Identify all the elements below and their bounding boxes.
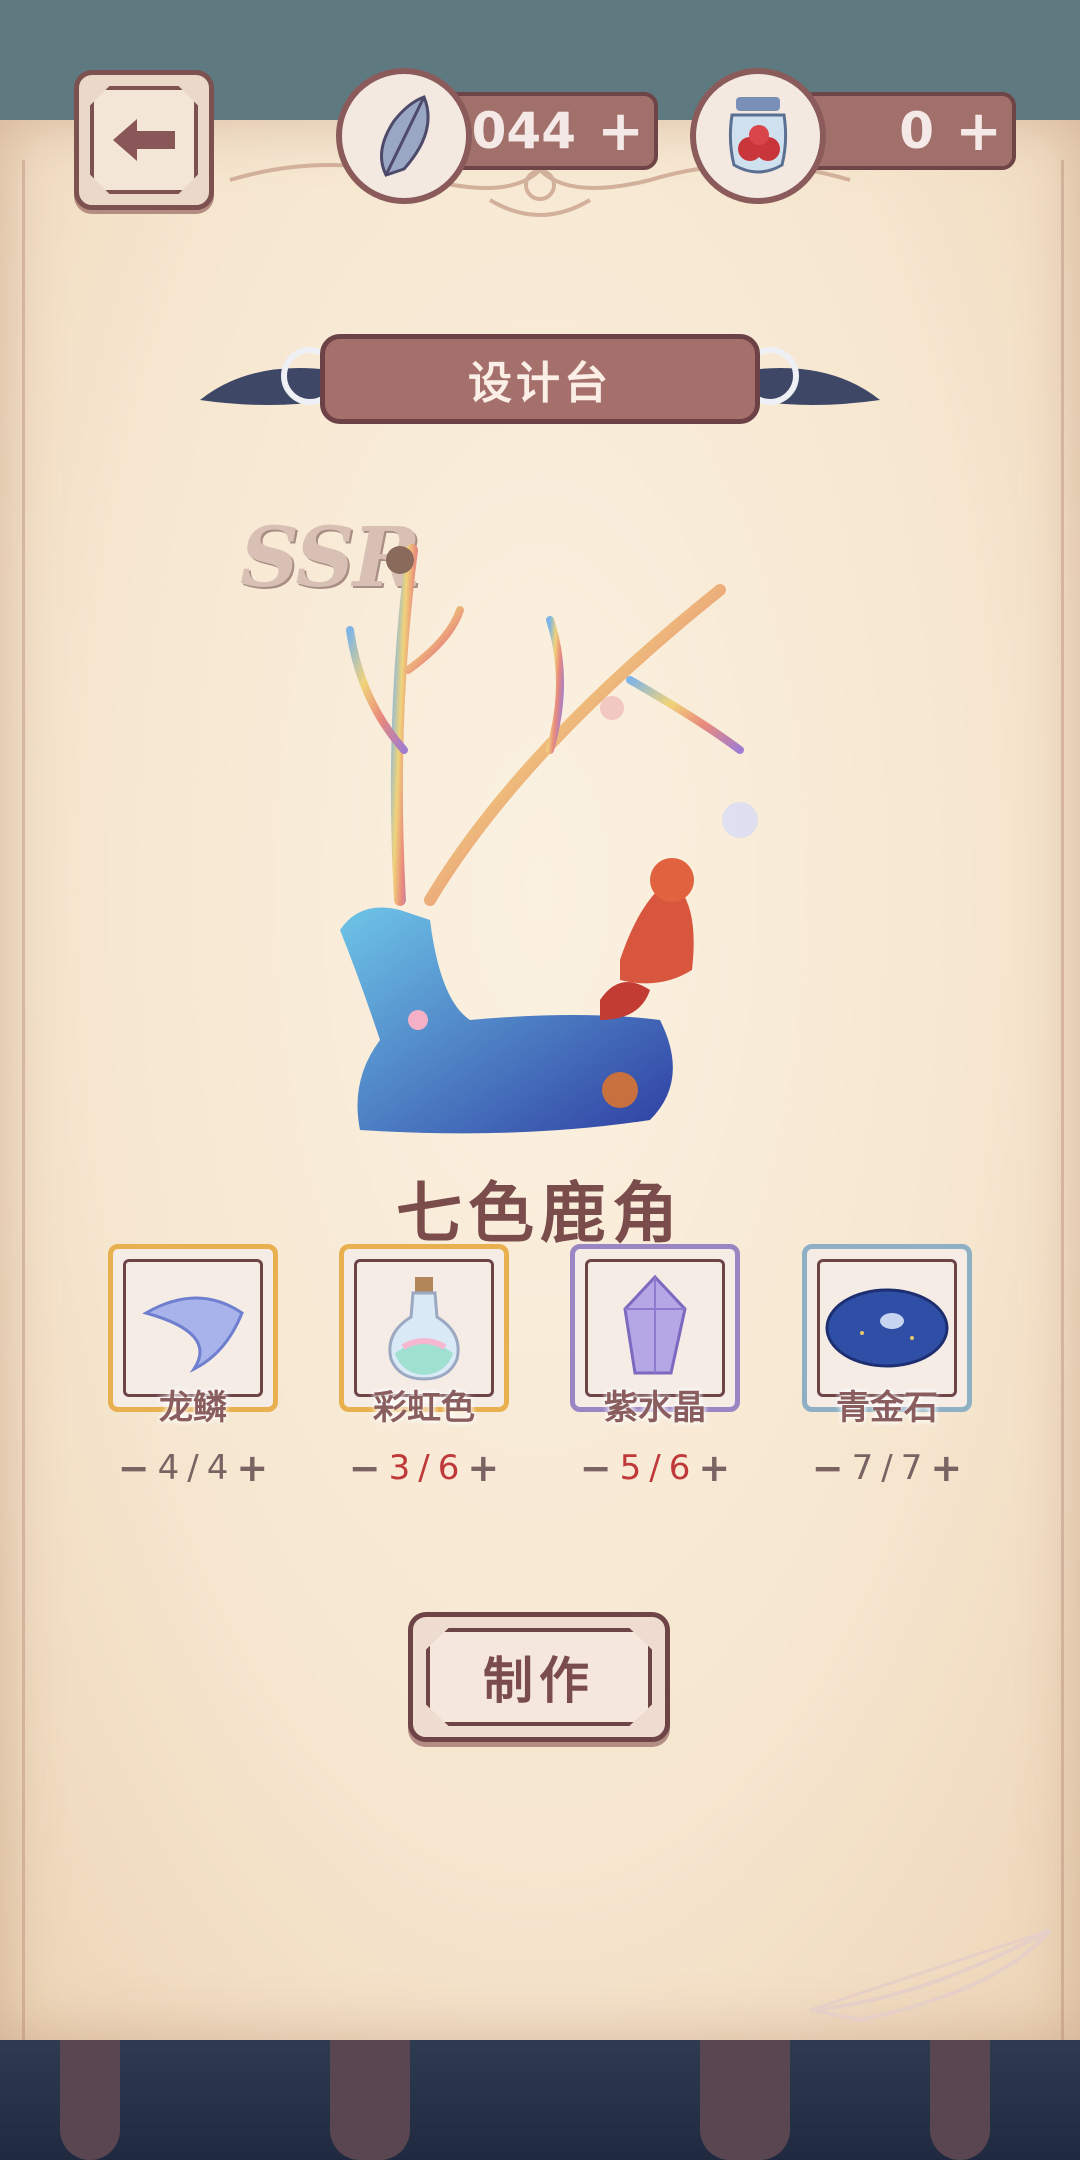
decrease-button[interactable]: − [118,1446,150,1490]
berry-currency-value: 0 [899,102,934,160]
material-name: 青金石 [836,1388,938,1428]
material-frame[interactable]: 紫水晶 [570,1244,740,1428]
material-name: 紫水晶 [604,1388,706,1428]
material-frame[interactable]: 青金石 [802,1244,972,1428]
bottom-roots-decoration [0,2030,1080,2160]
page-title: 设计台 [320,334,760,424]
title-banner: 设计台 [190,320,890,440]
material-current: 5 [619,1448,642,1488]
craft-button[interactable]: 制作 [408,1612,670,1742]
rainbow-deer-illustration [340,544,758,1134]
material-counter: − 4 / 4 + [108,1446,278,1490]
counter-separator: / [187,1448,199,1488]
material-current: 7 [851,1448,874,1488]
counter-separator: / [649,1448,661,1488]
material-frame-inner [354,1259,494,1397]
material-slot: 青金石 − 7 / 7 + [802,1244,972,1490]
increase-button[interactable]: + [236,1446,268,1490]
material-frame-inner [817,1259,957,1397]
material-name: 龙鳞 [159,1388,227,1428]
material-frame[interactable]: 彩虹色 [339,1244,509,1428]
feather-currency-icon [336,68,472,204]
craft-button-label: 制作 [426,1628,652,1726]
back-button[interactable] [74,70,214,210]
material-slot: 紫水晶 − 5 / 6 + [570,1244,740,1490]
material-required: 6 [668,1448,691,1488]
back-arrow-icon [113,119,175,161]
increase-button[interactable]: + [467,1446,499,1490]
decrease-button[interactable]: − [580,1446,612,1490]
berry-currency-bar: 0 + [800,92,1016,170]
add-berry-button[interactable]: + [955,104,1002,160]
decrease-button[interactable]: − [812,1446,844,1490]
material-frame[interactable]: 龙鳞 [108,1244,278,1428]
item-name: 七色鹿角 [396,1175,684,1252]
counter-separator: / [418,1448,430,1488]
material-slot: 彩虹色 − 3 / 6 + [339,1244,509,1490]
increase-button[interactable]: + [698,1446,730,1490]
material-name: 彩虹色 [373,1388,475,1428]
material-current: 3 [388,1448,411,1488]
material-frame-inner [123,1259,263,1397]
material-required: 7 [900,1448,923,1488]
material-counter: − 7 / 7 + [802,1446,972,1490]
decrease-button[interactable]: − [349,1446,381,1490]
material-current: 4 [157,1448,180,1488]
material-counter: − 5 / 6 + [570,1446,740,1490]
increase-button[interactable]: + [930,1446,962,1490]
material-required: 4 [206,1448,229,1488]
material-frame-inner [585,1259,725,1397]
materials-list: 龙鳞 − 4 / 4 + 彩虹色 − 3 / 6 + 紫水晶 − 5 / 6 +… [108,1244,972,1490]
material-required: 6 [437,1448,460,1488]
material-counter: − 3 / 6 + [339,1446,509,1490]
feather-decoration [809,1928,1052,2023]
berry-jar-icon [690,68,826,204]
add-feather-button[interactable]: + [597,104,644,160]
material-slot: 龙鳞 − 4 / 4 + [108,1244,278,1490]
counter-separator: / [881,1448,893,1488]
